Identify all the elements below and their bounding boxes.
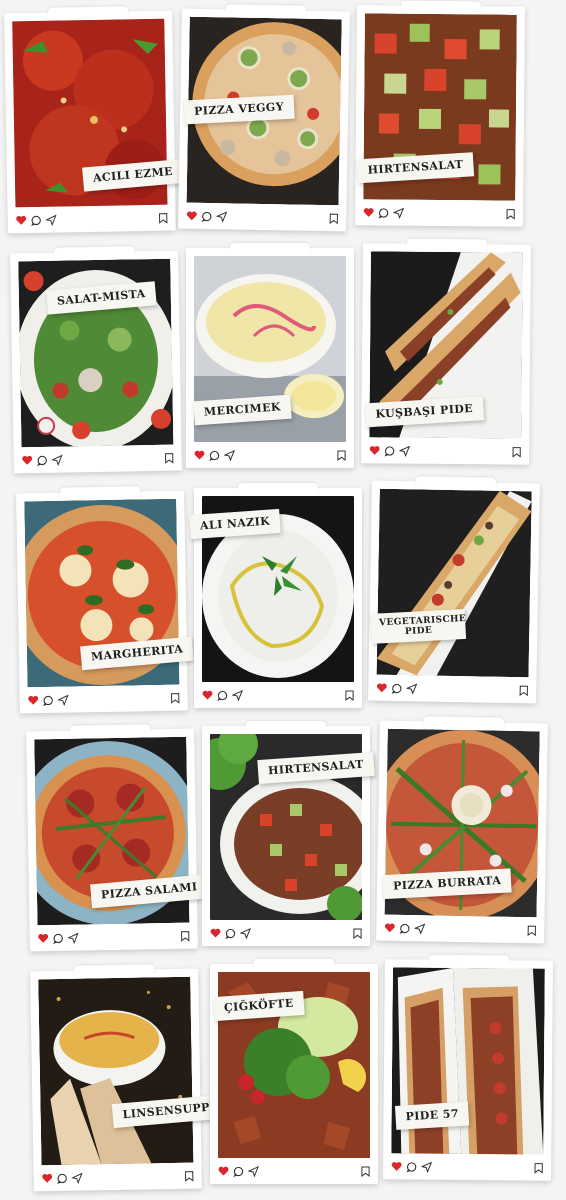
card-actions [369, 443, 521, 458]
share-icon[interactable] [399, 445, 411, 457]
menu-card-cigkofte[interactable]: ÇIĞKÖFTE [210, 959, 378, 1184]
food-photo [376, 488, 532, 678]
heart-icon[interactable] [391, 1161, 402, 1171]
share-icon[interactable] [45, 214, 57, 226]
dish-label: VEGETARISCHE PIDE [370, 608, 466, 644]
comment-icon[interactable] [378, 207, 389, 219]
card-actions [202, 688, 354, 702]
comment-icon[interactable] [406, 1161, 417, 1173]
menu-card-mercimek[interactable]: MERCIMEK [186, 243, 354, 468]
share-icon[interactable] [421, 1161, 433, 1173]
menu-card-vegetarische-pide[interactable]: VEGETARISCHE PIDE [368, 476, 540, 704]
comment-icon[interactable] [384, 445, 395, 457]
heart-icon[interactable] [28, 695, 39, 705]
heart-icon[interactable] [202, 690, 213, 700]
menu-card-pizza-burrata[interactable]: PIZZA BURRATA [376, 716, 548, 944]
card-actions [194, 448, 346, 462]
share-icon[interactable] [232, 689, 243, 701]
bookmark-icon[interactable] [506, 208, 515, 220]
card-actions [186, 209, 338, 226]
heart-icon[interactable] [16, 215, 27, 225]
food-photo [38, 976, 194, 1166]
heart-icon[interactable] [210, 928, 221, 938]
comment-icon[interactable] [225, 928, 236, 939]
card-tab [238, 483, 318, 497]
card-actions [210, 926, 362, 940]
bookmark-icon[interactable] [527, 925, 536, 936]
comment-icon[interactable] [37, 454, 48, 466]
card-actions [16, 211, 168, 228]
share-icon[interactable] [414, 922, 426, 934]
heart-icon[interactable] [42, 1173, 53, 1183]
card-actions [391, 1159, 543, 1174]
share-icon[interactable] [216, 210, 228, 222]
heart-icon[interactable] [363, 207, 374, 217]
menu-card-margherita[interactable]: MARGHERITA [16, 486, 195, 714]
bookmark-icon[interactable] [519, 685, 528, 696]
comment-icon[interactable] [43, 694, 54, 706]
comment-icon[interactable] [53, 932, 64, 944]
comment-icon[interactable] [217, 690, 228, 701]
card-actions [42, 1169, 194, 1186]
menu-card-pizza-salami[interactable]: PIZZA SALAMI [26, 724, 209, 952]
heart-icon[interactable] [194, 450, 205, 460]
card-tab [246, 721, 326, 735]
bookmark-icon[interactable] [512, 446, 521, 458]
share-icon[interactable] [248, 1165, 259, 1177]
card-actions [28, 691, 180, 708]
menu-card-linsensuppe[interactable]: LINSENSUPPE [30, 964, 230, 1192]
bookmark-icon[interactable] [337, 450, 346, 461]
share-icon[interactable] [224, 449, 235, 461]
heart-icon[interactable] [369, 445, 380, 455]
share-icon[interactable] [67, 932, 79, 944]
bookmark-icon[interactable] [345, 690, 354, 701]
comment-icon[interactable] [31, 214, 42, 226]
heart-icon[interactable] [384, 923, 395, 933]
bookmark-icon[interactable] [165, 452, 174, 464]
card-tab [230, 243, 310, 257]
bookmark-icon[interactable] [181, 930, 190, 942]
heart-icon[interactable] [186, 211, 197, 221]
comment-icon[interactable] [209, 450, 220, 461]
card-actions [218, 1164, 370, 1178]
menu-card-ali-nazik[interactable]: ALI NAZIK [189, 483, 362, 708]
heart-icon[interactable] [218, 1166, 229, 1176]
card-actions [22, 451, 174, 468]
share-icon[interactable] [51, 454, 63, 466]
share-icon[interactable] [406, 682, 418, 694]
bookmark-icon[interactable] [534, 1162, 543, 1174]
menu-card-acili-ezme[interactable]: ACILI EZME [4, 6, 184, 234]
comment-icon[interactable] [201, 210, 212, 222]
comment-icon[interactable] [391, 682, 402, 694]
card-actions [363, 205, 515, 220]
menu-card-hirtensalat[interactable]: HIRTENSALAT [355, 0, 525, 227]
menu-card-pizza-veggy[interactable]: PIZZA VEGGY [178, 4, 350, 232]
bookmark-icon[interactable] [353, 928, 362, 939]
comment-icon[interactable] [57, 1172, 68, 1184]
heart-icon[interactable] [38, 933, 49, 943]
card-actions [376, 681, 528, 698]
menu-card-pide-57[interactable]: PIDE 57 [383, 954, 553, 1181]
share-icon[interactable] [240, 927, 251, 939]
bookmark-icon[interactable] [171, 692, 180, 704]
share-icon[interactable] [71, 1172, 83, 1184]
share-icon[interactable] [57, 694, 69, 706]
bookmark-icon[interactable] [185, 1170, 194, 1182]
comment-icon[interactable] [399, 922, 410, 934]
bookmark-icon[interactable] [159, 212, 168, 224]
share-icon[interactable] [393, 207, 405, 219]
heart-icon[interactable] [22, 455, 33, 465]
dish-label: PIDE 57 [394, 1101, 470, 1130]
menu-card-kusbasi-pide[interactable]: KUŞBAŞI PIDE [361, 238, 531, 465]
menu-card-hirtensalat-2[interactable]: HIRTENSALAT [202, 721, 375, 946]
comment-icon[interactable] [233, 1166, 244, 1177]
menu-card-salat-mista[interactable]: SALAT-MISTA [10, 246, 182, 474]
card-actions [38, 929, 190, 946]
bookmark-icon[interactable] [329, 213, 338, 224]
heart-icon[interactable] [376, 683, 387, 693]
card-tab [254, 959, 334, 973]
bookmark-icon[interactable] [361, 1166, 370, 1177]
card-actions [384, 921, 536, 938]
